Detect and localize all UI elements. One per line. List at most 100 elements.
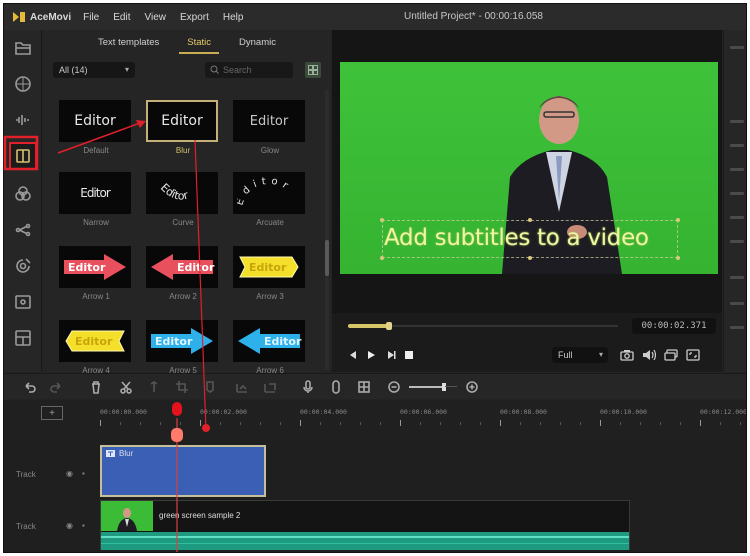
redo-button[interactable] — [48, 379, 64, 395]
template-arrow-2[interactable]: Editor Arrow 2 — [146, 246, 220, 301]
speed-icon — [236, 384, 247, 393]
presenter-thumbnail — [117, 508, 137, 531]
panel-scrollbar[interactable] — [325, 90, 329, 370]
sidebar-item-audio[interactable] — [11, 108, 35, 132]
template-curve[interactable]: Editor Curve — [146, 172, 220, 227]
timeline-zoom-slider[interactable] — [409, 383, 446, 391]
next-frame-button[interactable] — [384, 348, 398, 362]
undo-button[interactable] — [22, 379, 38, 395]
template-arrow-4[interactable]: Editor Arrow 4 — [59, 320, 133, 375]
stop-button[interactable] — [402, 348, 416, 362]
sidebar-item-filters[interactable] — [11, 182, 35, 206]
fullscreen-button[interactable] — [686, 348, 700, 362]
property-row[interactable] — [730, 168, 744, 171]
split-button[interactable] — [146, 379, 162, 395]
timeline-ruler[interactable]: + 00:00:00.000 00:00:02.000 00:00:04.000 00… — [4, 400, 746, 440]
ruler-minor-tick — [380, 422, 381, 425]
sidebar-item-text[interactable] — [9, 142, 37, 170]
resize-handle[interactable] — [676, 218, 680, 222]
template-arrow-1[interactable]: Editor Arrow 1 — [59, 246, 133, 301]
sidebar-item-transitions[interactable] — [11, 218, 35, 242]
property-row[interactable] — [730, 216, 744, 219]
ruler-time-label: 00:00:04.000 — [300, 408, 347, 416]
property-row[interactable] — [730, 144, 744, 147]
scrollbar-thumb[interactable] — [325, 240, 329, 276]
progress-handle[interactable] — [385, 322, 392, 330]
video-clip[interactable]: green screen sample 2 — [100, 500, 630, 550]
record-screen-button[interactable] — [328, 379, 344, 395]
sidebar-item-record[interactable] — [11, 290, 35, 314]
resize-handle[interactable] — [528, 218, 532, 222]
property-row[interactable] — [730, 326, 744, 329]
volume-button[interactable] — [642, 348, 656, 362]
eye-icon[interactable]: ◉ — [66, 469, 73, 478]
template-blur[interactable]: Editor Blur — [146, 100, 220, 155]
search-icon — [210, 65, 219, 74]
lock-icon[interactable]: ▪ — [82, 469, 85, 478]
property-row[interactable] — [730, 120, 744, 123]
green-screen-video[interactable]: Add subtitles to a video — [340, 62, 718, 274]
property-row[interactable] — [730, 240, 744, 243]
template-arrow-6[interactable]: Editor Arrow 6 — [233, 320, 307, 375]
menu-file[interactable]: File — [83, 12, 99, 23]
playback-progress-bar[interactable] — [348, 322, 618, 330]
resize-handle[interactable] — [676, 256, 680, 260]
folder-icon — [15, 42, 31, 55]
freeze-button[interactable] — [262, 379, 278, 395]
marker-button[interactable] — [202, 379, 218, 395]
voiceover-button[interactable] — [300, 379, 316, 395]
subtitle-text[interactable]: Add subtitles to a video — [384, 225, 649, 251]
sidebar-item-media[interactable] — [11, 36, 35, 60]
template-arrow-3[interactable]: Editor Arrow 3 — [233, 246, 307, 301]
text-clip[interactable]: Blur — [100, 445, 266, 497]
tab-dynamic[interactable]: Dynamic — [225, 30, 290, 56]
add-track-button[interactable]: + — [41, 406, 63, 420]
template-glow[interactable]: Editor Glow — [233, 100, 307, 155]
sidebar-item-effects[interactable] — [11, 72, 35, 96]
clip-name: green screen sample 2 — [159, 511, 241, 520]
template-arrow-5[interactable]: Editor Arrow 5 — [146, 320, 220, 375]
template-label: Glow — [260, 146, 280, 155]
tab-static[interactable]: Static — [173, 30, 225, 56]
pip-button[interactable] — [356, 379, 372, 395]
property-row[interactable] — [730, 276, 744, 279]
svg-text:Editor: Editor — [158, 181, 190, 203]
menu-view[interactable]: View — [144, 12, 166, 23]
zoom-in-button[interactable] — [464, 379, 480, 395]
menu-help[interactable]: Help — [223, 12, 244, 23]
menu-export[interactable]: Export — [180, 12, 209, 23]
eye-icon[interactable]: ◉ — [66, 521, 73, 530]
ruler-minor-tick — [740, 422, 741, 425]
rotate-handle[interactable] — [528, 256, 532, 260]
crop-button[interactable] — [174, 379, 190, 395]
speed-button[interactable] — [234, 379, 250, 395]
tab-text-templates[interactable]: Text templates — [84, 30, 173, 56]
zoom-slider-handle[interactable] — [441, 383, 446, 391]
cut-button[interactable] — [118, 379, 134, 395]
template-default[interactable]: Editor Default — [59, 100, 133, 155]
prev-frame-button[interactable] — [346, 348, 360, 362]
ruler-minor-tick — [280, 422, 281, 425]
sidebar-item-elements[interactable] — [11, 254, 35, 278]
layers-preview-button[interactable] — [664, 348, 678, 362]
layout-icon — [15, 330, 31, 346]
search-input[interactable]: Search — [205, 62, 293, 78]
snapshot-button[interactable] — [620, 348, 634, 362]
sidebar-item-templates[interactable] — [11, 326, 35, 350]
template-arcuate[interactable]: Editor Arcuate — [233, 172, 307, 227]
play-button[interactable] — [364, 348, 378, 362]
grid-view-button[interactable] — [305, 62, 321, 78]
menu-edit[interactable]: Edit — [113, 12, 130, 23]
preview-zoom-select[interactable]: Full ▾ — [552, 347, 608, 363]
resize-handle[interactable] — [380, 256, 384, 260]
property-row[interactable] — [730, 302, 744, 305]
delete-button[interactable] — [88, 379, 104, 395]
template-narrow[interactable]: Editor Narrow — [59, 172, 133, 227]
property-row[interactable] — [730, 192, 744, 195]
resize-handle[interactable] — [380, 218, 384, 222]
crop-icon — [176, 381, 188, 393]
category-select[interactable]: All (14) ▾ — [53, 62, 135, 78]
property-row[interactable] — [730, 46, 744, 49]
zoom-out-button[interactable] — [386, 379, 402, 395]
lock-icon[interactable]: ▪ — [82, 521, 85, 530]
